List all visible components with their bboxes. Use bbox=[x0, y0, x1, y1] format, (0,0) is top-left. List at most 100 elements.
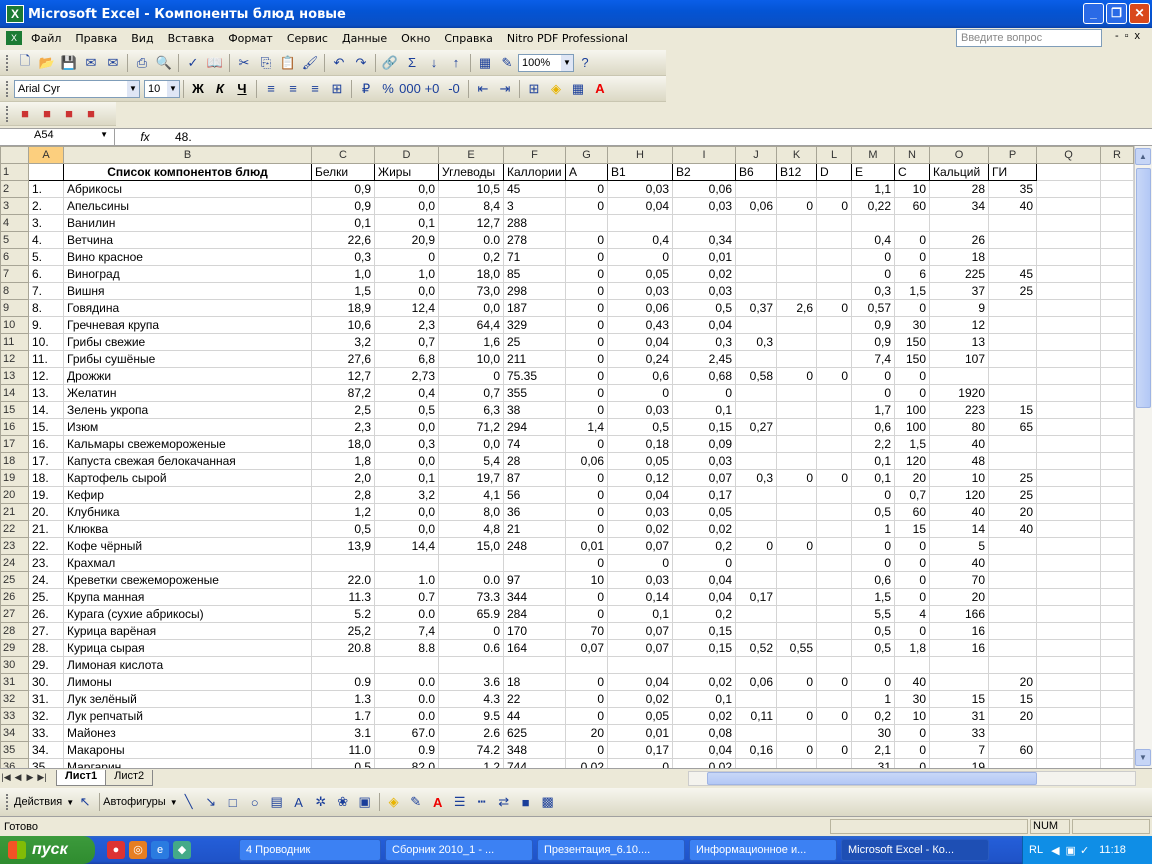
menu-view[interactable]: Вид bbox=[124, 32, 160, 45]
name-box[interactable]: A54 ▼ bbox=[0, 129, 115, 145]
table-cell[interactable]: 8,4 bbox=[438, 197, 504, 215]
table-cell[interactable]: Грибы сушёные bbox=[63, 350, 312, 368]
table-cell[interactable]: 0,06 bbox=[735, 197, 777, 215]
table-cell[interactable]: 120 bbox=[929, 486, 989, 504]
table-cell[interactable]: 33. bbox=[28, 724, 64, 742]
table-cell[interactable]: 12,4 bbox=[374, 299, 439, 317]
menu-edit[interactable]: Правка bbox=[68, 32, 124, 45]
table-cell[interactable] bbox=[1036, 299, 1101, 317]
table-cell[interactable]: 82,0 bbox=[374, 758, 439, 768]
table-cell[interactable]: 0,5 bbox=[311, 520, 375, 538]
table-cell[interactable] bbox=[851, 214, 895, 232]
table-cell[interactable] bbox=[1100, 469, 1134, 487]
table-cell[interactable]: 1 bbox=[851, 520, 895, 538]
table-cell[interactable] bbox=[776, 214, 817, 232]
menu-tools[interactable]: Сервис bbox=[280, 32, 335, 45]
table-cell[interactable]: 0 bbox=[565, 316, 608, 334]
table-cell[interactable]: 150 bbox=[894, 333, 930, 351]
table-cell[interactable] bbox=[988, 588, 1037, 606]
table-cell[interactable]: 20 bbox=[988, 707, 1037, 725]
table-cell[interactable]: 0,0 bbox=[374, 503, 439, 521]
table-cell[interactable] bbox=[816, 435, 852, 453]
table-cell[interactable]: 0 bbox=[851, 265, 895, 283]
toolbar-grip[interactable] bbox=[6, 80, 10, 97]
table-cell[interactable]: 0 bbox=[816, 741, 852, 759]
table-cell[interactable]: 35 bbox=[988, 180, 1037, 198]
table-cell[interactable]: 0,02 bbox=[672, 265, 736, 283]
table-cell[interactable] bbox=[894, 656, 930, 674]
table-cell[interactable]: 19. bbox=[28, 486, 64, 504]
table-cell[interactable]: 18. bbox=[28, 469, 64, 487]
table-cell[interactable] bbox=[816, 316, 852, 334]
table-cell[interactable]: 10 bbox=[565, 571, 608, 589]
table-cell[interactable]: 0,34 bbox=[672, 231, 736, 249]
column-header[interactable]: I bbox=[672, 146, 736, 164]
table-cell[interactable]: 0,03 bbox=[672, 282, 736, 300]
table-cell[interactable] bbox=[1036, 452, 1101, 470]
table-cell[interactable]: 9.5 bbox=[438, 707, 504, 725]
actions-menu[interactable]: Действия bbox=[14, 796, 62, 808]
table-cell[interactable]: 21. bbox=[28, 520, 64, 538]
table-cell[interactable]: 0 bbox=[438, 622, 504, 640]
menu-window[interactable]: Окно bbox=[394, 32, 437, 45]
table-cell[interactable]: E bbox=[851, 163, 895, 181]
table-cell[interactable]: 2,3 bbox=[374, 316, 439, 334]
table-cell[interactable] bbox=[1036, 231, 1101, 249]
table-cell[interactable] bbox=[735, 231, 777, 249]
table-cell[interactable]: 40 bbox=[929, 503, 989, 521]
table-cell[interactable] bbox=[776, 248, 817, 266]
menu-data[interactable]: Данные bbox=[335, 32, 394, 45]
workbook-icon[interactable]: X bbox=[6, 31, 22, 45]
row-header[interactable]: 28 bbox=[0, 622, 29, 640]
table-cell[interactable]: 0,5 bbox=[672, 299, 736, 317]
table-cell[interactable]: Лимоны bbox=[63, 673, 312, 691]
picture-icon[interactable]: ▣ bbox=[355, 792, 375, 812]
table-cell[interactable] bbox=[816, 690, 852, 708]
table-cell[interactable] bbox=[988, 622, 1037, 640]
table-cell[interactable]: Лимоная кислота bbox=[63, 656, 312, 674]
table-cell[interactable]: 744 bbox=[503, 758, 566, 768]
table-cell[interactable]: 0 bbox=[816, 707, 852, 725]
table-cell[interactable] bbox=[1100, 418, 1134, 436]
table-cell[interactable]: 65 bbox=[988, 418, 1037, 436]
table-cell[interactable]: Курица сырая bbox=[63, 639, 312, 657]
table-cell[interactable]: 0 bbox=[776, 707, 817, 725]
table-cell[interactable] bbox=[438, 554, 504, 572]
network-icon[interactable]: ▣ bbox=[1066, 844, 1076, 857]
shadow-icon[interactable]: ■ bbox=[516, 792, 536, 812]
table-cell[interactable]: 0 bbox=[894, 231, 930, 249]
table-cell[interactable]: 3 bbox=[503, 197, 566, 215]
table-cell[interactable] bbox=[816, 758, 852, 768]
table-cell[interactable]: 21 bbox=[503, 520, 566, 538]
table-cell[interactable]: 9 bbox=[929, 299, 989, 317]
table-cell[interactable]: 25 bbox=[988, 469, 1037, 487]
table-cell[interactable]: 0 bbox=[735, 537, 777, 555]
table-cell[interactable] bbox=[735, 656, 777, 674]
font-color-icon[interactable]: A bbox=[590, 79, 610, 99]
table-cell[interactable]: B6 bbox=[735, 163, 777, 181]
table-cell[interactable] bbox=[988, 350, 1037, 368]
table-cell[interactable]: 22,6 bbox=[311, 231, 375, 249]
table-cell[interactable]: 0,9 bbox=[851, 333, 895, 351]
table-cell[interactable]: 0,27 bbox=[735, 418, 777, 436]
table-cell[interactable]: 4,1 bbox=[438, 486, 504, 504]
table-cell[interactable] bbox=[851, 656, 895, 674]
table-cell[interactable]: 15 bbox=[894, 520, 930, 538]
table-cell[interactable]: 0,02 bbox=[565, 758, 608, 768]
table-cell[interactable]: 34 bbox=[929, 197, 989, 215]
table-cell[interactable]: 2,5 bbox=[311, 401, 375, 419]
table-cell[interactable] bbox=[988, 384, 1037, 402]
table-cell[interactable]: 0,02 bbox=[607, 520, 673, 538]
table-cell[interactable] bbox=[816, 656, 852, 674]
language-indicator[interactable]: RL bbox=[1029, 844, 1043, 856]
table-cell[interactable]: 10. bbox=[28, 333, 64, 351]
table-cell[interactable] bbox=[816, 554, 852, 572]
table-cell[interactable]: 0,03 bbox=[607, 401, 673, 419]
table-cell[interactable]: 13. bbox=[28, 384, 64, 402]
row-header[interactable]: 35 bbox=[0, 741, 29, 759]
table-cell[interactable] bbox=[1036, 656, 1101, 674]
table-cell[interactable] bbox=[988, 214, 1037, 232]
table-cell[interactable]: 1.0 bbox=[374, 571, 439, 589]
table-cell[interactable]: 16 bbox=[929, 622, 989, 640]
table-cell[interactable]: Лук зелёный bbox=[63, 690, 312, 708]
